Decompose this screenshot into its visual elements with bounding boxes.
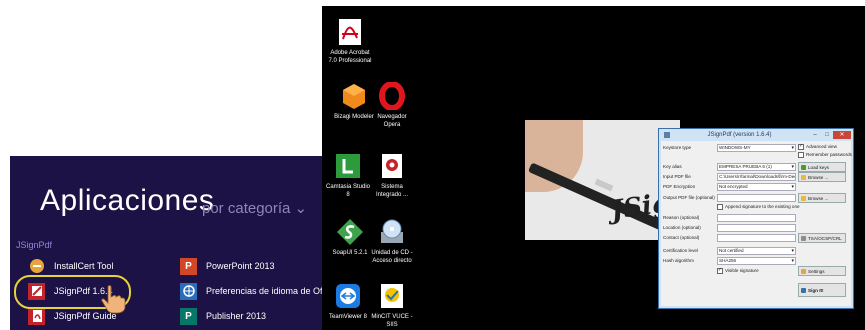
reason-label: Reason (optional)	[663, 215, 700, 220]
reason-field[interactable]	[717, 214, 796, 222]
folder-icon	[801, 195, 806, 201]
installcert-icon	[28, 257, 45, 275]
contact-label: Contact (optional)	[663, 235, 700, 240]
gear-icon	[801, 235, 806, 241]
mincit-icon	[378, 282, 406, 310]
keystore-type-select[interactable]: WINDOWS-MY	[717, 144, 796, 152]
desktop-icon-opera[interactable]: Navegador Opera	[364, 81, 420, 129]
button-label: Sign It!	[808, 287, 824, 293]
input-pdf-label: Input PDF file	[663, 174, 691, 179]
pdf-encryption-label: PDF Encryption	[663, 184, 696, 189]
acrobat-icon	[336, 18, 364, 46]
jsignpdf-window: JSignPdf (version 1.6.4) – □ ✕ Keystore …	[658, 128, 854, 309]
app-label: Preferencias de idioma de Office...	[206, 286, 322, 296]
cd-drive-icon	[378, 218, 406, 246]
output-pdf-label: Output PDF file (optional)	[663, 195, 715, 200]
visible-signature-checkbox[interactable]: Visible signature	[717, 267, 759, 274]
publisher-icon: P	[180, 307, 197, 325]
minimize-button[interactable]: –	[809, 131, 821, 139]
desktop-icon-label: MinCIT VUCE - SIIS	[371, 314, 413, 328]
maximize-button[interactable]: □	[821, 131, 833, 139]
sistema-icon	[378, 152, 406, 180]
checkbox-label: Remember passwords	[806, 152, 852, 158]
app-tile-powerpoint[interactable]: P PowerPoint 2013	[180, 257, 275, 275]
cert-level-select[interactable]: Not certified	[717, 247, 796, 255]
load-keys-button[interactable]: Load keys	[798, 162, 846, 172]
hash-algorithm-label: Hash algorithm	[663, 258, 694, 263]
office-language-icon	[180, 282, 197, 300]
windows-desktop: Adobe Acrobat 7.0 Professional Bizagi Mo…	[322, 6, 865, 330]
hash-algorithm-select[interactable]: SHA256	[717, 257, 796, 265]
desktop-icon-cd-drive[interactable]: Unidad de CD - Acceso directo	[364, 218, 420, 265]
key-alias-select[interactable]: EMPRESA PRUEBA 6 (1)	[717, 163, 796, 171]
settings-icon	[801, 268, 806, 274]
tsa-ocsp-crl-button[interactable]: TSA/OCSP/CRL	[798, 233, 846, 243]
close-button[interactable]: ✕	[833, 130, 851, 139]
window-title: JSignPdf (version 1.6.4)	[707, 131, 772, 138]
pdf-encryption-select[interactable]: Not encrypted	[717, 183, 796, 191]
advanced-view-checkbox[interactable]: Advanced view	[798, 143, 837, 150]
button-label: Browse ...	[808, 195, 829, 201]
contact-field[interactable]	[717, 234, 796, 242]
app-tile-publisher[interactable]: P Publisher 2013	[180, 307, 266, 325]
keystore-type-label: Keystore type	[663, 145, 692, 150]
app-label: PowerPoint 2013	[206, 261, 275, 271]
window-titlebar[interactable]: JSignPdf (version 1.6.4) – □ ✕	[659, 129, 853, 140]
remember-passwords-checkbox[interactable]: Remember passwords	[798, 152, 852, 158]
camtasia-icon	[334, 152, 362, 180]
desktop-icon-label: Navegador Opera	[377, 114, 407, 128]
pen-icon	[801, 287, 806, 293]
desktop-icon-label: Unidad de CD - Acceso directo	[371, 250, 413, 264]
desktop-icon-label: Sistema Integrado ...	[375, 184, 409, 198]
group-header-jsignpdf: JSignPdf	[16, 240, 53, 250]
app-tile-installcert[interactable]: InstallCert Tool	[28, 257, 113, 275]
button-label: Browse ...	[808, 174, 829, 180]
sign-it-button[interactable]: Sign It!	[798, 283, 846, 297]
browse-output-button[interactable]: Browse ...	[798, 193, 846, 203]
app-tile-office-language[interactable]: Preferencias de idioma de Office...	[180, 282, 322, 300]
desktop-icon-acrobat[interactable]: Adobe Acrobat 7.0 Professional	[322, 18, 378, 65]
location-field[interactable]	[717, 224, 796, 232]
checkbox-label: Visible signature	[725, 268, 759, 274]
window-body: Keystore type WINDOWS-MY Advanced view R…	[661, 141, 852, 306]
location-label: Location (optional)	[663, 225, 701, 230]
output-pdf-field[interactable]	[717, 194, 796, 202]
desktop-icon-label: Adobe Acrobat 7.0 Professional	[328, 50, 372, 64]
button-label: Load keys	[808, 164, 829, 170]
settings-button[interactable]: Settings	[798, 266, 846, 276]
folder-icon	[801, 174, 806, 180]
opera-icon	[378, 81, 406, 111]
browse-input-button[interactable]: Browse ...	[798, 172, 846, 182]
cert-level-label: Certification level	[663, 248, 698, 253]
desktop-icon-mincit[interactable]: MinCIT VUCE - SIIS	[364, 282, 420, 329]
apps-title: Aplicaciones	[40, 184, 215, 217]
category-sort-dropdown[interactable]: por categoría ⌄	[202, 199, 307, 217]
start-screen-apps: Aplicaciones por categoría ⌄ JSignPdf In…	[10, 156, 322, 330]
append-signature-checkbox[interactable]: Append signature to the existing one	[717, 204, 800, 210]
input-pdf-field[interactable]: C:\Users\rrfarmal\Downloads\firm-Declr	[717, 173, 796, 181]
pdf-guide-icon	[28, 307, 45, 325]
checkbox-label: Append signature to the existing one	[725, 204, 800, 210]
button-label: Settings	[808, 268, 825, 274]
app-label: InstallCert Tool	[54, 261, 114, 271]
app-label: Publisher 2013	[206, 311, 267, 321]
jsignpdf-splash-image: JSig	[525, 120, 680, 240]
checkbox-label: Advanced view	[806, 144, 837, 150]
key-alias-label: Key alias	[663, 164, 682, 169]
powerpoint-icon: P	[180, 257, 197, 275]
desktop-icon-sistema[interactable]: Sistema Integrado ...	[364, 152, 420, 199]
pointer-hand-icon	[101, 285, 126, 314]
key-icon	[801, 164, 806, 170]
button-label: TSA/OCSP/CRL	[808, 235, 842, 241]
soapui-icon	[336, 218, 364, 246]
teamviewer-icon	[334, 282, 362, 310]
